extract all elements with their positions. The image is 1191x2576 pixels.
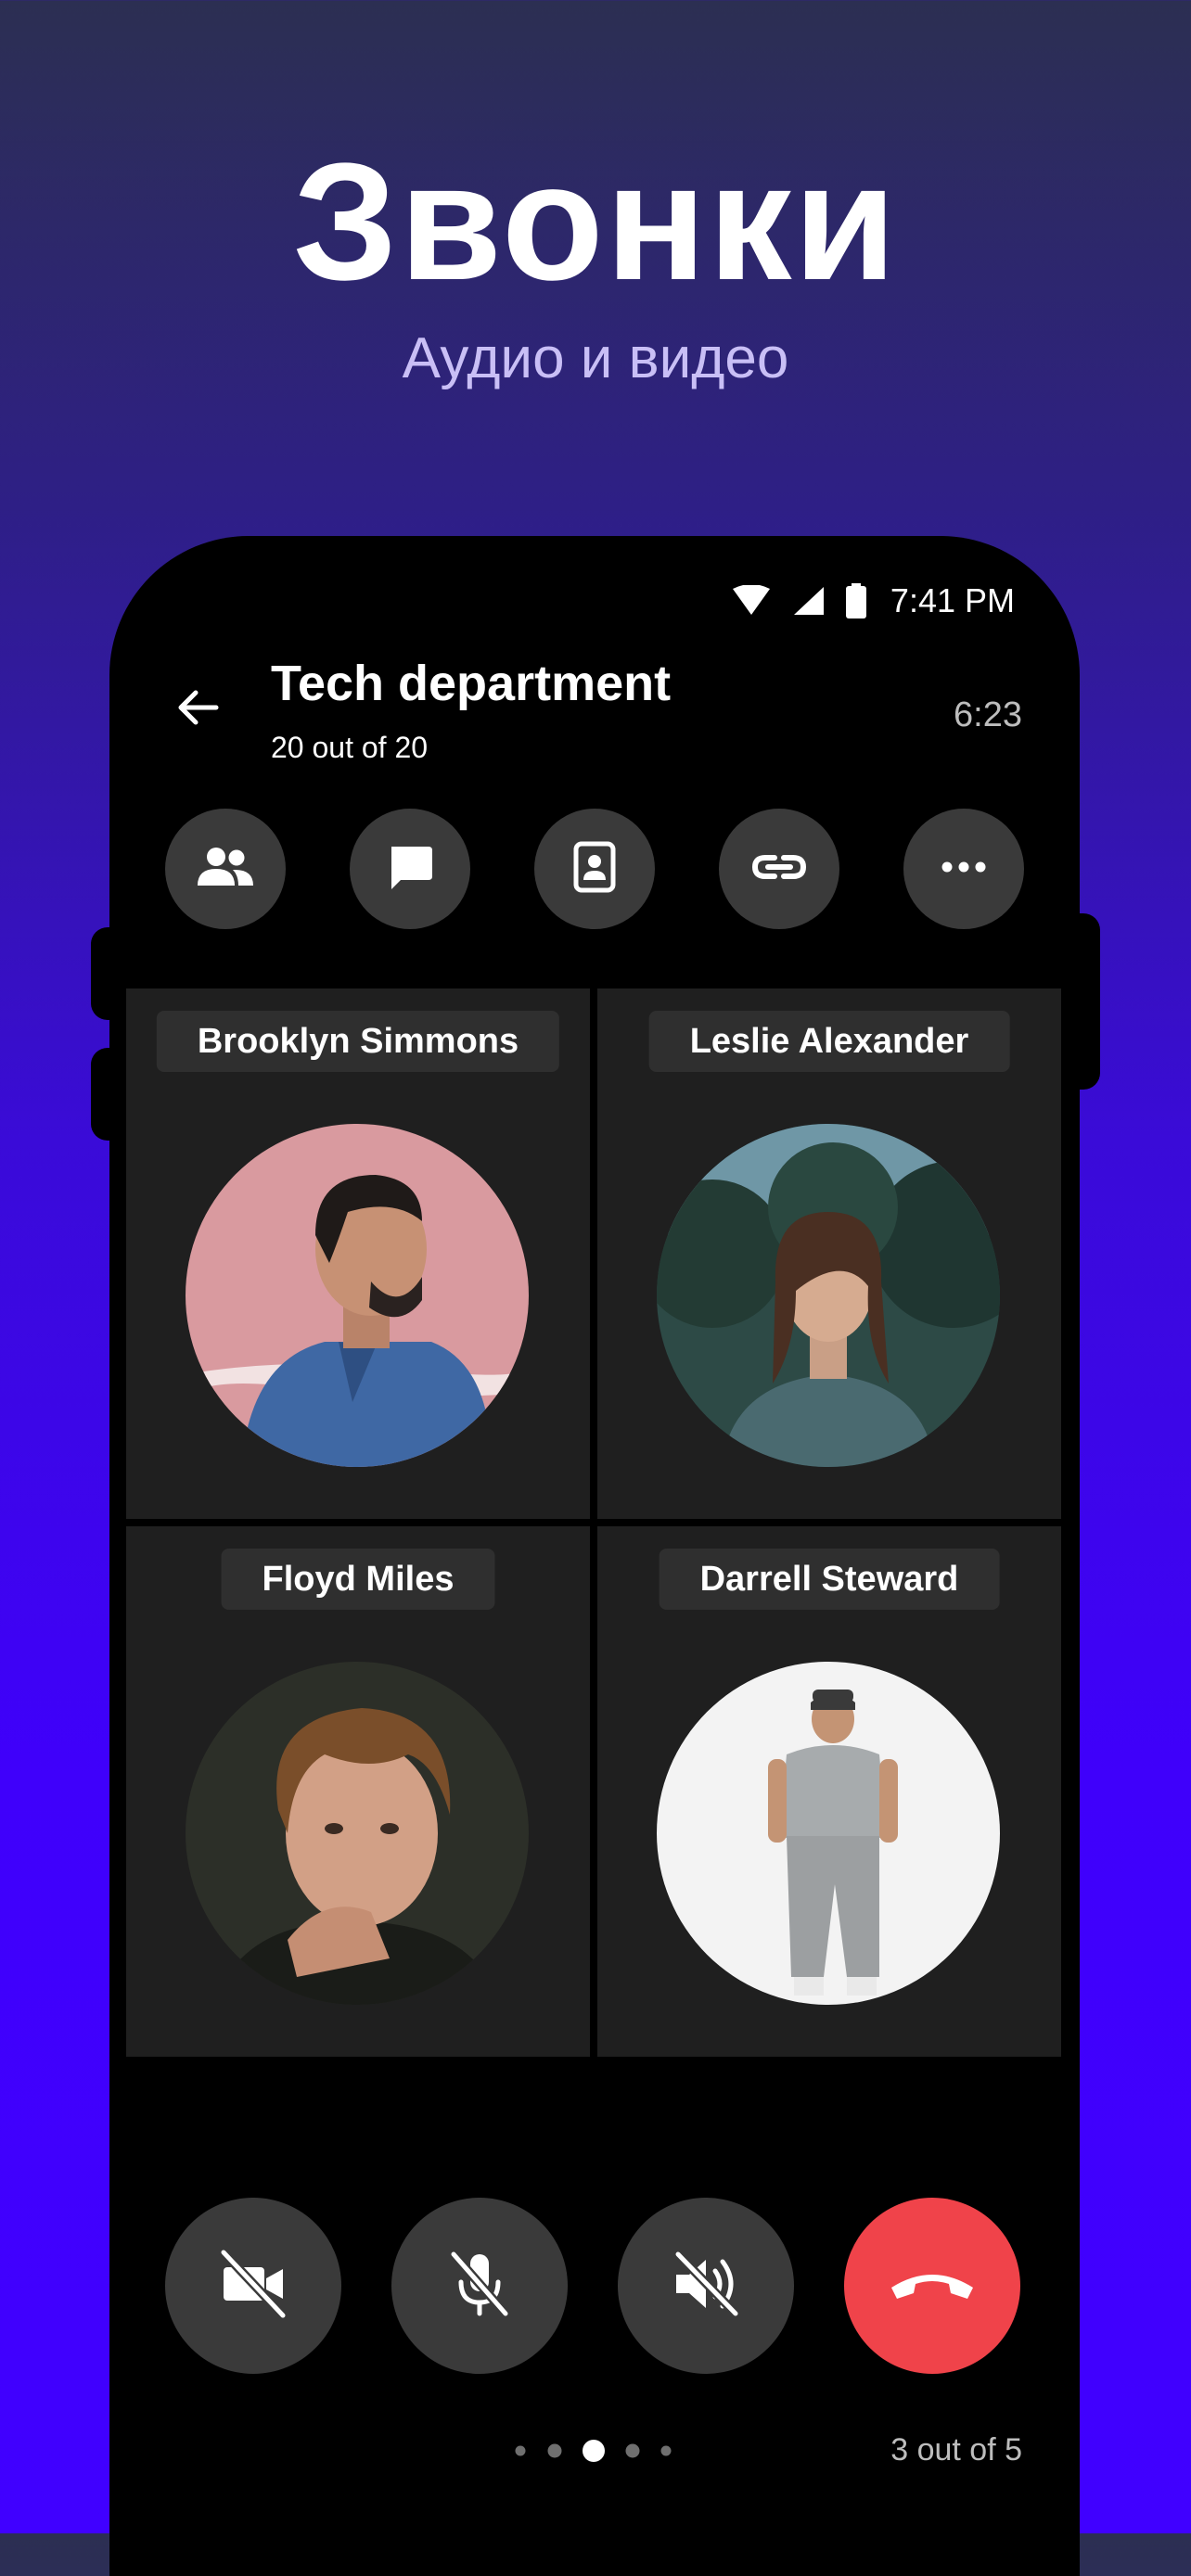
participant-tile[interactable]: Darrell Steward <box>597 1526 1061 2057</box>
avatar <box>186 1662 529 2005</box>
participant-name: Brooklyn Simmons <box>156 1011 560 1072</box>
hero-subtitle: Аудио и видео <box>402 326 789 390</box>
signal-icon <box>792 585 826 617</box>
page-dot-active[interactable] <box>583 2440 605 2462</box>
participant-tile[interactable]: Brooklyn Simmons <box>126 988 590 1519</box>
hero: Звонки Аудио и видео <box>0 139 1191 388</box>
people-icon <box>196 847 255 892</box>
participant-tile[interactable]: Floyd Miles <box>126 1526 590 2057</box>
hero-title: Звонки <box>292 129 899 315</box>
speaker-off-icon <box>671 2249 741 2324</box>
mic-off-icon <box>444 2249 515 2324</box>
battery-icon <box>845 583 866 618</box>
participant-name: Leslie Alexander <box>648 1011 1010 1072</box>
participant-name: Floyd Miles <box>221 1549 495 1610</box>
speaker-toggle-button[interactable] <box>618 2198 794 2374</box>
chat-button[interactable] <box>350 809 470 929</box>
participant-grid: Brooklyn Simmons Leslie Alexander Floyd … <box>126 988 1063 2057</box>
contact-card-icon <box>573 841 616 898</box>
page-dot[interactable] <box>660 2445 672 2456</box>
camera-off-icon <box>218 2247 288 2324</box>
arrow-left-icon <box>175 685 220 734</box>
page-dot[interactable] <box>547 2443 562 2458</box>
action-row <box>165 809 1024 929</box>
phone-screen: 7:41 PM Tech department 20 out of 20 6:2… <box>109 536 1080 2576</box>
end-call-icon <box>888 2265 977 2307</box>
participants-summary: 20 out of 20 <box>271 731 429 764</box>
avatar <box>657 1662 1000 2005</box>
link-icon <box>750 852 808 886</box>
camera-toggle-button[interactable] <box>165 2198 341 2374</box>
call-timer: 6:23 <box>954 695 1022 734</box>
participants-button[interactable] <box>165 809 286 929</box>
call-header: Tech department 20 out of 20 6:23 <box>109 638 1080 777</box>
end-call-button[interactable] <box>844 2198 1020 2374</box>
participant-name: Darrell Steward <box>659 1549 1000 1610</box>
page-dot[interactable] <box>515 2445 526 2456</box>
invite-link-button[interactable] <box>719 809 839 929</box>
chat-icon <box>386 843 434 896</box>
avatar <box>657 1124 1000 1467</box>
participant-tile[interactable]: Leslie Alexander <box>597 988 1061 1519</box>
contact-card-button[interactable] <box>534 809 655 929</box>
mic-toggle-button[interactable] <box>391 2198 568 2374</box>
status-time: 7:41 PM <box>890 581 1015 619</box>
page-count: 3 out of 5 <box>890 2432 1022 2468</box>
call-controls <box>165 2198 1024 2374</box>
wifi-icon <box>731 585 772 617</box>
more-button[interactable] <box>903 809 1024 929</box>
more-icon <box>941 861 986 877</box>
status-bar: 7:41 PM <box>731 573 1015 629</box>
back-button[interactable] <box>165 677 230 742</box>
page-dot[interactable] <box>625 2443 640 2458</box>
avatar <box>186 1124 529 1467</box>
call-title: Tech department <box>271 656 672 711</box>
